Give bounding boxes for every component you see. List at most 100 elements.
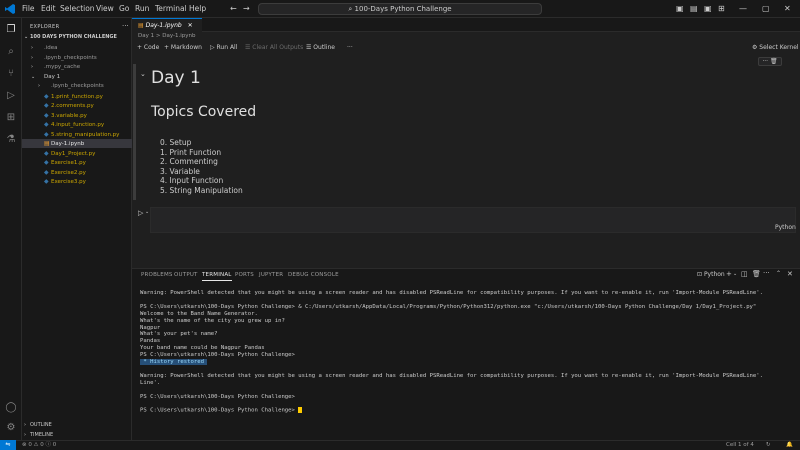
python-file-icon: ◆	[44, 178, 49, 185]
back-arrow-icon[interactable]: ←	[230, 4, 237, 14]
more-cell-actions-icon[interactable]: ···	[762, 58, 768, 65]
python-file-icon: ◆	[44, 111, 49, 119]
file-tree-item[interactable]: › .mypy_cache	[31, 63, 80, 72]
file-tree-item[interactable]: ◆ Exercise1.py	[38, 158, 86, 167]
file-tree-item[interactable]: ⌄ Day 1	[31, 73, 60, 82]
tab-debug-console[interactable]: DEBUG CONSOLE	[288, 272, 339, 278]
run-debug-icon[interactable]: ▷	[5, 90, 17, 102]
code-cell-editor[interactable]	[150, 207, 796, 233]
file-tree-label: 1.print_function.py	[51, 93, 103, 100]
forward-arrow-icon[interactable]: →	[243, 4, 250, 14]
file-tree-item[interactable]: ▤Day-1.ipynb	[38, 139, 84, 148]
maximize-icon[interactable]: ▢	[762, 4, 770, 14]
chevron-right-icon: ›	[31, 64, 33, 70]
menu-run[interactable]: Run	[135, 4, 149, 13]
markdown-heading-2: Topics Covered	[151, 104, 257, 120]
menu-selection[interactable]: Selection	[60, 4, 95, 13]
split-terminal-icon[interactable]: ◫	[741, 270, 748, 278]
tab-jupyter[interactable]: JUPYTER	[259, 272, 283, 278]
file-tree-item[interactable]: ◆ 5.string_manipulation.py	[38, 130, 119, 139]
menu-go[interactable]: Go	[119, 4, 129, 13]
explorer-root-folder[interactable]: ⌄ 100 DAYS PYTHON CHALLENGE	[24, 33, 117, 42]
source-control-icon[interactable]: ⑂	[5, 68, 17, 80]
close-panel-icon[interactable]: ✕	[787, 270, 793, 278]
select-kernel-button[interactable]: ⚙ Select Kernel	[752, 44, 799, 51]
remote-indicator-icon[interactable]: ⇋	[0, 440, 16, 450]
menu-file[interactable]: File	[22, 4, 35, 13]
history-restored-line: * History restored	[140, 359, 795, 366]
tab-terminal[interactable]: TERMINAL	[202, 272, 232, 281]
add-code-cell-button[interactable]: + Code	[137, 44, 159, 51]
toggle-panel-icon[interactable]: ▤	[690, 4, 698, 14]
file-tree-item[interactable]: › .ipynb_checkpoints	[31, 54, 97, 63]
customize-layout-icon[interactable]: ⊞	[718, 4, 725, 14]
tab-day-1-notebook[interactable]: ▤ Day-1.ipynb ✕	[132, 18, 202, 32]
file-tree-item[interactable]: ◆ 1.print_function.py	[38, 92, 103, 101]
menu-edit[interactable]: Edit	[41, 4, 56, 13]
terminal-dropdown-icon[interactable]: ⌄	[733, 271, 737, 277]
testing-icon[interactable]: ⚗	[5, 134, 17, 146]
new-terminal-icon[interactable]: +	[726, 270, 732, 278]
terminal-shell-selector[interactable]: ⊡ Python	[697, 271, 725, 278]
file-tree-item[interactable]: ◆ Exercise2.py	[38, 168, 86, 177]
file-tree-item[interactable]: › .ipynb_checkpoints	[38, 82, 104, 91]
run-cell-icon[interactable]: ▷	[138, 209, 143, 217]
panel-more-icon[interactable]: ···	[763, 269, 770, 277]
extensions-icon[interactable]: ⊞	[5, 112, 17, 124]
file-tree-item[interactable]: › .idea	[31, 44, 58, 53]
clear-all-outputs-button[interactable]: ☰ Clear All Outputs	[245, 44, 303, 51]
tab-output[interactable]: OUTPUT	[174, 272, 198, 278]
sync-icon[interactable]: ↻	[766, 441, 771, 450]
file-tree-item[interactable]: ◆ Day1_Project.py	[38, 149, 95, 158]
problems-status[interactable]: ⊗ 0 ⚠ 0 ⓘ 0	[22, 441, 56, 450]
command-center-text: 100-Days Python Challenge	[354, 5, 452, 13]
more-toolbar-icon[interactable]: ···	[347, 44, 353, 51]
topic-item: 2. Commenting	[160, 157, 218, 166]
manage-gear-icon[interactable]: ⚙	[5, 422, 17, 434]
add-markdown-cell-button[interactable]: + Markdown	[164, 44, 202, 51]
explorer-icon[interactable]: ❐	[5, 24, 17, 36]
file-tree-item[interactable]: ◆ 2.comments.py	[38, 101, 94, 110]
kill-terminal-icon[interactable]: 🗑	[752, 270, 761, 278]
timeline-section[interactable]: › TIMELINE	[24, 431, 53, 440]
more-actions-icon[interactable]: ···	[122, 21, 129, 31]
outline-button[interactable]: ☰ Outline	[306, 44, 335, 51]
menu-terminal[interactable]: Terminal	[155, 4, 187, 13]
terminal-output[interactable]: Warning: PowerShell detected that you mi…	[140, 290, 795, 415]
delete-cell-icon[interactable]: 🗑	[770, 58, 778, 65]
menu-view[interactable]: View	[96, 4, 114, 13]
terminal-prompt-line[interactable]: PS C:\Users\utkarsh\100-Days Python Chal…	[140, 407, 795, 414]
maximize-panel-icon[interactable]: ⌃	[776, 270, 781, 277]
notifications-bell-icon[interactable]: 🔔	[786, 441, 793, 450]
minimize-icon[interactable]: —	[739, 4, 747, 14]
tab-close-icon[interactable]: ✕	[188, 22, 193, 29]
command-center-search[interactable]: ⌕ 100-Days Python Challenge	[258, 3, 542, 15]
cell-language-label[interactable]: Python	[775, 224, 796, 231]
file-tree-item[interactable]: ◆ Exercise3.py	[38, 177, 86, 186]
menu-help[interactable]: Help	[189, 4, 206, 13]
tab-problems[interactable]: PROBLEMS	[141, 272, 173, 278]
run-options-chevron-icon[interactable]: ⌄	[145, 209, 149, 215]
tab-ports[interactable]: PORTS	[235, 272, 254, 278]
editor-tab-bar	[132, 18, 800, 32]
search-icon[interactable]: ⌕	[5, 46, 17, 58]
terminal-line: Warning: PowerShell detected that you mi…	[140, 290, 764, 296]
run-all-button[interactable]: ▷ Run All	[210, 44, 237, 51]
toggle-secondary-sidebar-icon[interactable]: ▣	[704, 4, 712, 14]
toggle-sidebar-icon[interactable]: ▣	[676, 4, 684, 14]
close-icon[interactable]: ✕	[784, 4, 791, 14]
cell-position-status[interactable]: Cell 1 of 4	[726, 441, 754, 450]
info-icon: ⓘ	[45, 442, 53, 448]
account-icon[interactable]: ◯	[5, 402, 17, 414]
activity-bar: ❐ ⌕ ⑂ ▷ ⊞ ⚗ ◯ ⚙	[0, 18, 22, 440]
file-tree-label: 5.string_manipulation.py	[51, 131, 120, 138]
python-file-icon: ◆	[44, 149, 49, 157]
chevron-right-icon: ›	[38, 83, 40, 89]
outline-section[interactable]: › OUTLINE	[24, 421, 52, 430]
breadcrumb[interactable]: Day 1 > Day-1.ipynb	[138, 33, 195, 39]
markdown-cell-indicator	[133, 64, 136, 200]
collapse-chevron-icon[interactable]: ⌄	[140, 70, 146, 78]
python-file-icon: ◆	[44, 168, 49, 176]
file-tree-item[interactable]: ◆ 3.variable.py	[38, 111, 87, 120]
file-tree-item[interactable]: ◆ 4.input_function.py	[38, 120, 104, 129]
